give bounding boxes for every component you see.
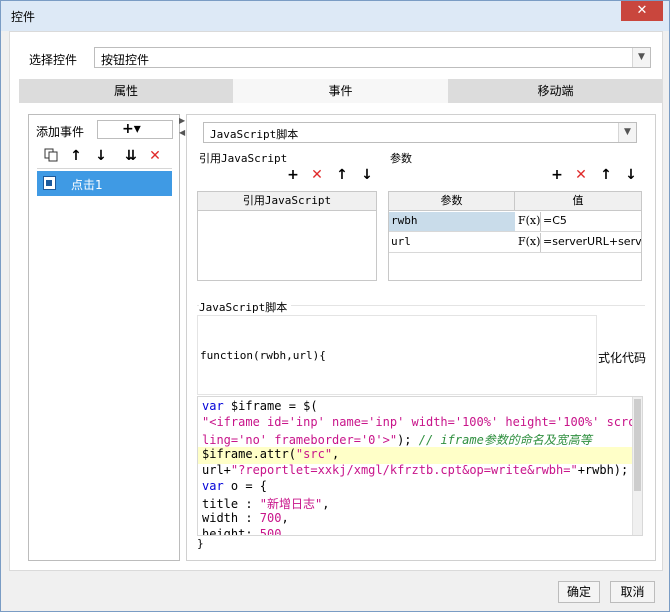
param-name-cell[interactable]: url: [389, 233, 515, 252]
arrow-down-icon[interactable]: ↓: [93, 148, 109, 164]
param-value-cell[interactable]: =C5: [540, 212, 641, 231]
chevron-down-icon[interactable]: ▼: [632, 48, 650, 67]
code-token: var: [202, 399, 231, 413]
code-line: var $iframe = $(: [202, 399, 318, 413]
cancel-button[interactable]: 取消: [610, 581, 655, 603]
copy-icon[interactable]: [43, 148, 59, 164]
params-title: 参数: [390, 152, 412, 165]
tab-properties[interactable]: 属性: [19, 79, 233, 103]
tab-bar: 属性 事件 移动端: [19, 79, 663, 103]
chevron-down-icon[interactable]: ▼: [618, 123, 636, 142]
param-name-cell[interactable]: rwbh: [389, 212, 515, 231]
script-type-value: JavaScript脚本: [210, 128, 299, 141]
code-token: );: [397, 433, 419, 447]
script-type-select[interactable]: JavaScript脚本 ▼: [203, 122, 637, 143]
formula-icon[interactable]: F(x): [516, 233, 540, 252]
params-column-value: 值: [515, 192, 641, 211]
code-line: height: 500: [202, 527, 282, 536]
code-token: o = {: [230, 479, 268, 493]
ok-button[interactable]: 确定: [558, 581, 600, 603]
code-token: "新增日志": [259, 497, 323, 511]
delete-icon[interactable]: ✕: [147, 148, 163, 164]
ref-js-grid: 引用JavaScript: [197, 191, 377, 281]
ref-js-column-header: 引用JavaScript: [198, 192, 376, 211]
params-grid: 参数 值 rwbh F(x) =C5 url F(x) =serverURL+s…: [388, 191, 642, 281]
arrow-up-icon[interactable]: ↑: [598, 167, 614, 183]
collapse-right-icon[interactable]: ▶: [179, 116, 185, 125]
code-line: $iframe.attr("src",: [202, 447, 339, 461]
code-token: $iframe = $(: [230, 399, 318, 413]
event-icon: [43, 176, 56, 190]
tab-events[interactable]: 事件: [233, 79, 448, 103]
code-token: height:: [202, 527, 260, 536]
delete-icon[interactable]: ✕: [309, 167, 325, 183]
table-row[interactable]: rwbh F(x) =C5: [389, 211, 641, 232]
add-icon[interactable]: +: [285, 167, 301, 183]
scrollbar-thumb[interactable]: [634, 399, 641, 491]
arrow-up-icon[interactable]: ↑: [334, 167, 350, 183]
control-select[interactable]: 按钮控件 ▼: [94, 47, 651, 68]
add-event-label: 添加事件: [36, 125, 85, 139]
code-token: "src": [295, 447, 333, 461]
code-token: 700: [259, 511, 282, 525]
arrow-down-icon[interactable]: ↓: [623, 167, 639, 183]
code-token: title :: [202, 497, 260, 511]
code-line: width : 700,: [202, 511, 289, 525]
code-line: url+"?reportlet=xxkj/xmgl/kfrztb.cpt&op=…: [202, 463, 628, 477]
collapse-left-icon[interactable]: ◀: [179, 128, 185, 137]
code-token: "?reportlet=xxkj/xmgl/kfrztb.cpt&op=writ…: [230, 463, 578, 477]
code-token: // iframe参数的命名及宽高等: [418, 433, 592, 447]
arrow-down-icon[interactable]: ↓: [359, 167, 375, 183]
close-button[interactable]: ✕: [621, 1, 663, 21]
formula-icon[interactable]: F(x): [516, 212, 540, 231]
script-header-area: function(rwbh,url){: [197, 315, 597, 395]
add-event-dropdown[interactable]: +▾: [97, 120, 173, 139]
ref-js-title: 引用JavaScript: [199, 152, 288, 165]
code-token: ,: [322, 497, 330, 511]
code-token: ,: [332, 447, 340, 461]
add-icon: +▾: [122, 121, 141, 137]
arrow-up-icon[interactable]: ↑: [68, 148, 84, 164]
event-toolbar: ↑ ↓ ⇊ ✕: [37, 143, 172, 169]
code-token: ling='no' frameborder='0'>": [202, 433, 398, 447]
control-select-value: 按钮控件: [101, 53, 150, 67]
table-row[interactable]: url F(x) =serverURL+serv: [389, 232, 641, 253]
scrollbar[interactable]: [632, 397, 642, 535]
script-title: JavaScript脚本: [199, 299, 292, 315]
param-value-cell[interactable]: =serverURL+serv: [540, 233, 641, 252]
code-token: var: [202, 479, 231, 493]
code-token: "<iframe id='inp' name='inp' width='100%…: [202, 415, 643, 429]
format-code-button[interactable]: 式化代码: [598, 349, 646, 366]
code-line: var o = {: [202, 479, 267, 493]
code-token: url+: [202, 463, 231, 477]
delete-icon[interactable]: ✕: [573, 167, 589, 183]
code-token: ,: [281, 511, 289, 525]
code-line: "<iframe id='inp' name='inp' width='100%…: [202, 415, 643, 429]
event-item-label: 点击1: [71, 178, 103, 192]
code-line: ling='no' frameborder='0'>"); // iframe参…: [202, 431, 592, 448]
params-column-name: 参数: [389, 192, 515, 211]
code-token: $iframe.attr(: [202, 447, 296, 461]
event-list-item[interactable]: 点击1: [37, 171, 172, 196]
code-line: title : "新增日志",: [202, 495, 329, 512]
window-title: 控件: [11, 10, 36, 24]
add-icon[interactable]: +: [549, 167, 565, 183]
title-bar: 控件 ✕: [1, 1, 669, 31]
select-control-label: 选择控件: [29, 53, 78, 67]
move-bottom-icon[interactable]: ⇊: [120, 148, 142, 164]
function-closing: }: [197, 537, 204, 550]
code-token: +rwbh);: [577, 463, 629, 477]
code-token: 500: [259, 527, 282, 536]
tab-mobile[interactable]: 移动端: [448, 79, 663, 103]
script-editor[interactable]: var $iframe = $( "<iframe id='inp' name='…: [197, 396, 643, 536]
code-token: width :: [202, 511, 260, 525]
control-dialog: 控件 ✕ 选择控件 按钮控件 ▼ 属性 事件 移动端 添加事件 +▾ ↑ ↓ ⇊…: [0, 0, 670, 612]
function-signature: function(rwbh,url){: [200, 349, 326, 362]
